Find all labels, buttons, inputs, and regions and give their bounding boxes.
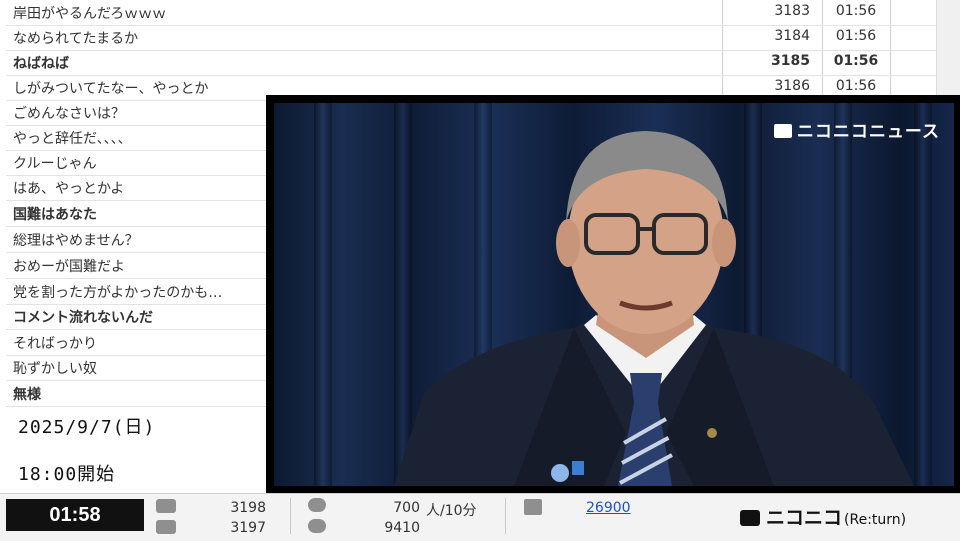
comment-text: なめられてたまるか	[13, 31, 139, 47]
megaphone-icon	[524, 499, 542, 515]
comment-row[interactable]: ねばねば 3185 01:56	[6, 50, 936, 76]
niconico-news-logo: ニコニコニュース	[773, 117, 940, 142]
comment-text: おめーが国難だよ	[13, 259, 125, 275]
ad-points-link[interactable]: 26900	[586, 500, 631, 516]
speaker-figure	[394, 131, 914, 486]
comment-icon	[156, 499, 176, 513]
comment-text: しがみついてたなー、やっとか	[13, 81, 209, 97]
comment-text: はあ、やっとかよ	[13, 181, 125, 197]
comment-time: 01:56	[835, 3, 877, 19]
comment-number: 3183	[774, 3, 810, 19]
divider	[505, 498, 506, 534]
comment-text: ねばねば	[13, 56, 69, 72]
comment-text: 党を割った方がよかったのかも…	[13, 285, 223, 301]
comment-text: 無様	[13, 387, 41, 403]
comment-row[interactable]: なめられてたまるか 3184 01:56	[6, 25, 936, 51]
comment-text: 国難はあなた	[13, 207, 97, 223]
viewer-count: 9410	[384, 520, 420, 536]
comment-text: 岸田がやるんだろｗｗｗ	[13, 6, 167, 22]
rate-value: 700	[393, 500, 420, 516]
rate-unit: 人/10分	[426, 503, 477, 519]
comment-time: 01:56	[835, 28, 877, 44]
comment-count-secondary: 3197	[230, 520, 266, 536]
broadcast-start-time: 18:00開始	[18, 464, 116, 485]
elapsed-time: 01:58	[6, 499, 144, 531]
niconico-logo: ニコニコ (Re:turn)	[740, 503, 906, 530]
tv-icon	[773, 124, 792, 138]
comment-text: やっと辞任だ、、、、	[13, 131, 132, 147]
status-bar: 01:58 3198 3197 700 人/10分 9410 26900 ニコニ…	[0, 493, 960, 541]
comment-text: 総理はやめません？	[13, 233, 139, 249]
comment-time: 01:56	[833, 53, 879, 69]
viewers-icon	[308, 498, 326, 512]
comment-text: コメント流れないんだ	[13, 310, 153, 326]
comment-icon	[156, 520, 176, 534]
divider	[290, 498, 291, 534]
user-icon	[308, 519, 326, 533]
comment-time: 01:56	[835, 78, 877, 94]
video-player[interactable]: ニコニコニュース	[266, 95, 960, 493]
comment-text: クルーじゃん	[13, 156, 97, 172]
comment-text: 恥ずかしい奴	[13, 361, 97, 377]
comment-text: そればっかり	[13, 336, 97, 352]
comment-number: 3184	[774, 28, 810, 44]
comment-number: 3185	[771, 53, 810, 69]
comment-row[interactable]: 岸田がやるんだろｗｗｗ 3183 01:56	[6, 0, 936, 26]
broadcast-date: 2025/9/7(日)	[18, 417, 156, 438]
tv-icon	[740, 510, 760, 526]
comment-number: 3186	[774, 78, 810, 94]
comment-count: 3198	[230, 500, 266, 516]
video-frame: ニコニコニュース	[274, 103, 954, 486]
comment-text: ごめんなさいは？	[13, 106, 125, 122]
